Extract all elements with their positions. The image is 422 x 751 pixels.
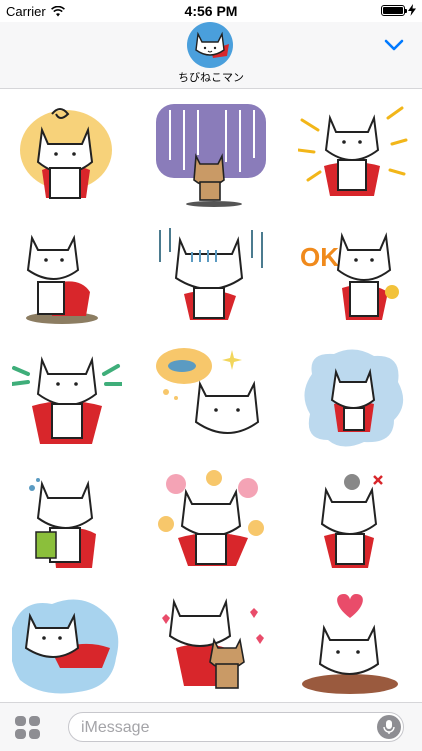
microphone-button[interactable] (377, 715, 401, 739)
sticker-cat-dizzy[interactable] (12, 100, 122, 210)
sticker-cat-cheer[interactable] (10, 344, 124, 454)
cat-love-illustration (302, 594, 398, 694)
cat-dizzy-illustration (20, 108, 112, 199)
cat-cheer-illustration (10, 356, 124, 444)
cat-hug-illustration (162, 598, 264, 689)
sticker-cat-hug[interactable] (156, 588, 266, 698)
sticker-cat-ok[interactable]: OK! (298, 222, 408, 332)
cat-gloomy-illustration (159, 228, 263, 320)
cat-ok-illustration: OK! (300, 232, 399, 320)
cat-rain-illustration (156, 104, 266, 207)
app-name: ちびねこマン (178, 72, 244, 84)
cat-angry-illustration (320, 474, 383, 568)
clock: 4:56 PM (184, 3, 238, 19)
sticker-cat-love[interactable] (298, 588, 408, 698)
status-bar: Carrier 4:56 PM (0, 0, 422, 22)
battery-icon (381, 4, 407, 16)
cat-flying-illustration (10, 599, 119, 694)
sticker-pack-header: ちびねこマン (0, 22, 422, 89)
cat-crying-illustration (304, 349, 404, 447)
cat-thinking-illustration (26, 234, 98, 324)
cat-excited-illustration (296, 106, 408, 196)
charging-icon (408, 4, 416, 16)
sticker-cat-book[interactable] (12, 466, 122, 576)
sticker-cat-dream-fish[interactable] (156, 344, 266, 454)
sticker-cat-flying[interactable] (10, 588, 122, 698)
sticker-cat-angry[interactable] (298, 466, 408, 576)
message-field[interactable] (68, 712, 404, 742)
sticker-cat-gloomy[interactable] (156, 222, 266, 332)
message-input[interactable] (81, 718, 361, 738)
sticker-grid: OK! (0, 92, 422, 702)
cat-flowers-illustration (158, 470, 264, 566)
cat-avatar-icon (195, 31, 229, 58)
app-drawer-icon[interactable] (14, 715, 42, 741)
sticker-cat-thinking[interactable] (12, 222, 122, 332)
sticker-cat-flowers[interactable] (156, 466, 266, 576)
message-composer (0, 702, 422, 751)
microphone-icon (383, 720, 395, 734)
cat-dream-illustration (156, 348, 260, 434)
sticker-cat-crying[interactable] (298, 344, 408, 454)
chevron-down-icon[interactable] (384, 38, 404, 52)
app-avatar[interactable] (187, 22, 233, 68)
sticker-cat-rain-sad[interactable] (156, 100, 266, 210)
cat-book-illustration (29, 478, 96, 568)
sticker-cat-excited[interactable] (296, 100, 408, 210)
